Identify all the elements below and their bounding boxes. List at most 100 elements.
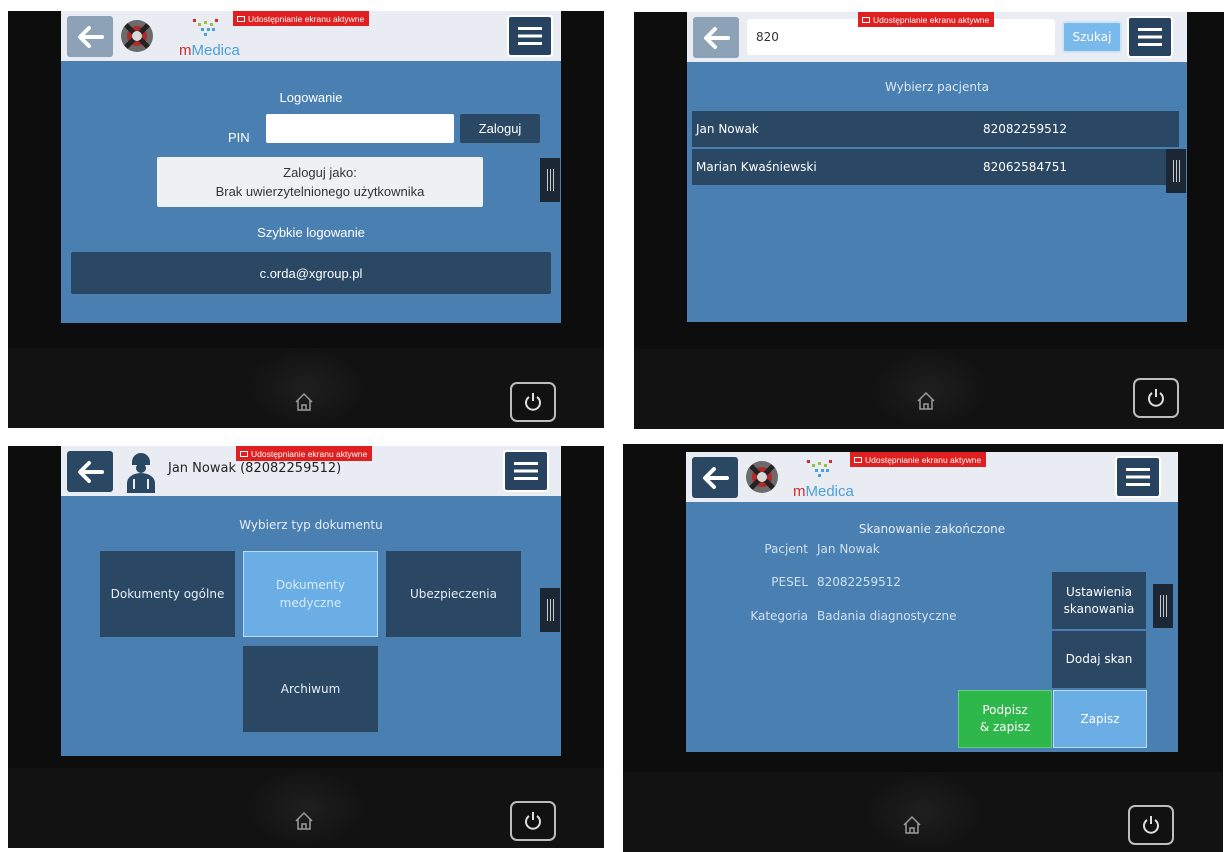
power-button[interactable] [1133, 378, 1179, 418]
home-button[interactable] [911, 386, 941, 416]
device-patient-search-screen: Szukaj Udostępnianie ekranu aktywne Wybi… [634, 12, 1224, 429]
back-button[interactable] [693, 17, 739, 58]
power-icon [525, 393, 541, 411]
login-as-user: Brak uwierzytelnionego użytkownika [215, 184, 425, 199]
screen-share-badge: Udostępnianie ekranu aktywne [236, 446, 373, 461]
patient-name: Marian Kwaśniewski [696, 160, 817, 174]
back-arrow-icon [78, 25, 104, 48]
flag-icon [237, 15, 245, 22]
power-icon [1143, 816, 1159, 834]
power-button[interactable] [1128, 805, 1174, 845]
side-drawer-handle[interactable] [540, 158, 560, 202]
screen-share-badge: Udostępnianie ekranu aktywne [858, 12, 995, 27]
login-as-button[interactable]: Zaloguj jako: Brak uwierzytelnionego uży… [157, 157, 483, 207]
side-drawer-handle[interactable] [540, 588, 560, 632]
mmedica-wordmark: mMedica [793, 483, 854, 500]
power-icon [525, 812, 541, 830]
grip-handle-icon [1159, 595, 1161, 617]
save-button[interactable]: Zapisz [1053, 690, 1147, 748]
grip-handle-icon [1172, 160, 1174, 182]
back-button[interactable] [692, 457, 738, 498]
screen-share-text: Udostępnianie ekranu aktywne [873, 14, 990, 25]
home-button[interactable] [289, 387, 319, 417]
pesel-label: PESEL [771, 575, 808, 589]
select-document-type-title: Wybierz typ dokumentu [239, 518, 383, 532]
top-bar: mMedica Udostępnianie ekranu aktywne [686, 452, 1178, 502]
back-button[interactable] [67, 451, 113, 492]
home-button[interactable] [897, 810, 927, 840]
top-bar: mMedica Udostępnianie ekranu aktywne [61, 11, 561, 61]
grip-handle-icon [546, 169, 548, 191]
menu-icon [1138, 28, 1162, 46]
app-screen: mMedica Udostępnianie ekranu aktywne Log… [61, 11, 561, 323]
home-icon [917, 391, 935, 410]
screen-share-text: Udostępnianie ekranu aktywne [248, 13, 365, 24]
app-screen: Jan Nowak (82082259512) Udostępnianie ek… [61, 446, 561, 756]
add-scan-button[interactable]: Dodaj skan [1052, 631, 1146, 688]
robot-logo-icon [746, 461, 778, 493]
home-icon [295, 811, 313, 830]
doc-type-general[interactable]: Dokumenty ogólne [100, 551, 235, 637]
menu-icon [1126, 468, 1150, 486]
menu-icon [514, 462, 538, 480]
quick-login-user-button[interactable]: c.orda@xgroup.pl [71, 252, 551, 294]
top-bar: Szukaj Udostępnianie ekranu aktywne [687, 12, 1187, 62]
quick-login-title: Szybkie logowanie [257, 225, 365, 240]
flag-icon [854, 456, 862, 463]
power-button[interactable] [510, 382, 556, 422]
grip-handle-icon [546, 599, 548, 621]
login-title: Logowanie [279, 90, 343, 105]
back-button[interactable] [67, 16, 113, 57]
home-icon [295, 392, 313, 411]
select-patient-title: Wybierz pacjenta [884, 80, 990, 94]
sign-and-save-button[interactable]: Podpisz & zapisz [958, 690, 1052, 748]
screen-share-text: Udostępnianie ekranu aktywne [251, 448, 368, 459]
back-arrow-icon [703, 466, 729, 489]
screen-share-badge: Udostępnianie ekranu aktywne [233, 11, 370, 26]
menu-button[interactable] [1127, 16, 1173, 58]
login-as-label: Zaloguj jako: [283, 165, 357, 180]
patient-pesel: 82062584751 [983, 160, 1067, 174]
search-button[interactable]: Szukaj [1062, 21, 1122, 53]
mmedica-wordmark: mMedica [179, 42, 240, 59]
back-arrow-icon [704, 26, 730, 49]
home-button[interactable] [289, 806, 319, 836]
back-arrow-icon [78, 460, 104, 483]
power-icon [1148, 389, 1164, 407]
menu-button[interactable] [503, 450, 549, 492]
home-icon [903, 815, 921, 834]
doc-type-insurance[interactable]: Ubezpieczenia [386, 551, 521, 637]
menu-button[interactable] [507, 15, 553, 57]
doc-type-medical[interactable]: Dokumenty medyczne [243, 551, 378, 637]
menu-button[interactable] [1115, 456, 1161, 498]
robot-logo-icon [121, 20, 153, 52]
doc-type-archive[interactable]: Archiwum [243, 646, 378, 732]
screen-share-badge: Udostępnianie ekranu aktywne [850, 452, 987, 467]
flag-icon [240, 450, 248, 457]
patient-name: Jan Nowak [696, 122, 759, 136]
pin-label: PIN [228, 130, 250, 145]
flag-icon [862, 16, 870, 23]
side-drawer-handle[interactable] [1153, 584, 1173, 628]
device-scan-complete-screen: mMedica Udostępnianie ekranu aktywne Ska… [623, 444, 1223, 852]
patient-label: Pacjent [764, 542, 808, 556]
pin-input[interactable] [266, 114, 454, 143]
login-button[interactable]: Zaloguj [460, 114, 540, 143]
top-bar: Jan Nowak (82082259512) Udostępnianie ek… [61, 446, 561, 496]
menu-icon [518, 27, 542, 45]
patient-row[interactable]: Jan Nowak 82082259512 [692, 111, 1179, 147]
device-login-screen: mMedica Udostępnianie ekranu aktywne Log… [8, 11, 604, 428]
app-screen: mMedica Udostępnianie ekranu aktywne Ska… [686, 452, 1178, 752]
patient-pesel: 82082259512 [983, 122, 1067, 136]
category-label: Kategoria [750, 609, 808, 623]
side-drawer-handle[interactable] [1166, 149, 1186, 193]
power-button[interactable] [510, 801, 556, 841]
category-value: Badania diagnostyczne [817, 609, 957, 623]
app-screen: Szukaj Udostępnianie ekranu aktywne Wybi… [687, 12, 1187, 322]
scan-settings-button[interactable]: Ustawienia skanowania [1052, 572, 1146, 629]
patient-row[interactable]: Marian Kwaśniewski 82062584751 [692, 149, 1179, 185]
scan-complete-title: Skanowanie zakończone [858, 522, 1006, 536]
screen-share-text: Udostępnianie ekranu aktywne [865, 454, 982, 465]
device-document-type-screen: Jan Nowak (82082259512) Udostępnianie ek… [8, 446, 604, 848]
patient-header-name: Jan Nowak (82082259512) [168, 461, 342, 476]
